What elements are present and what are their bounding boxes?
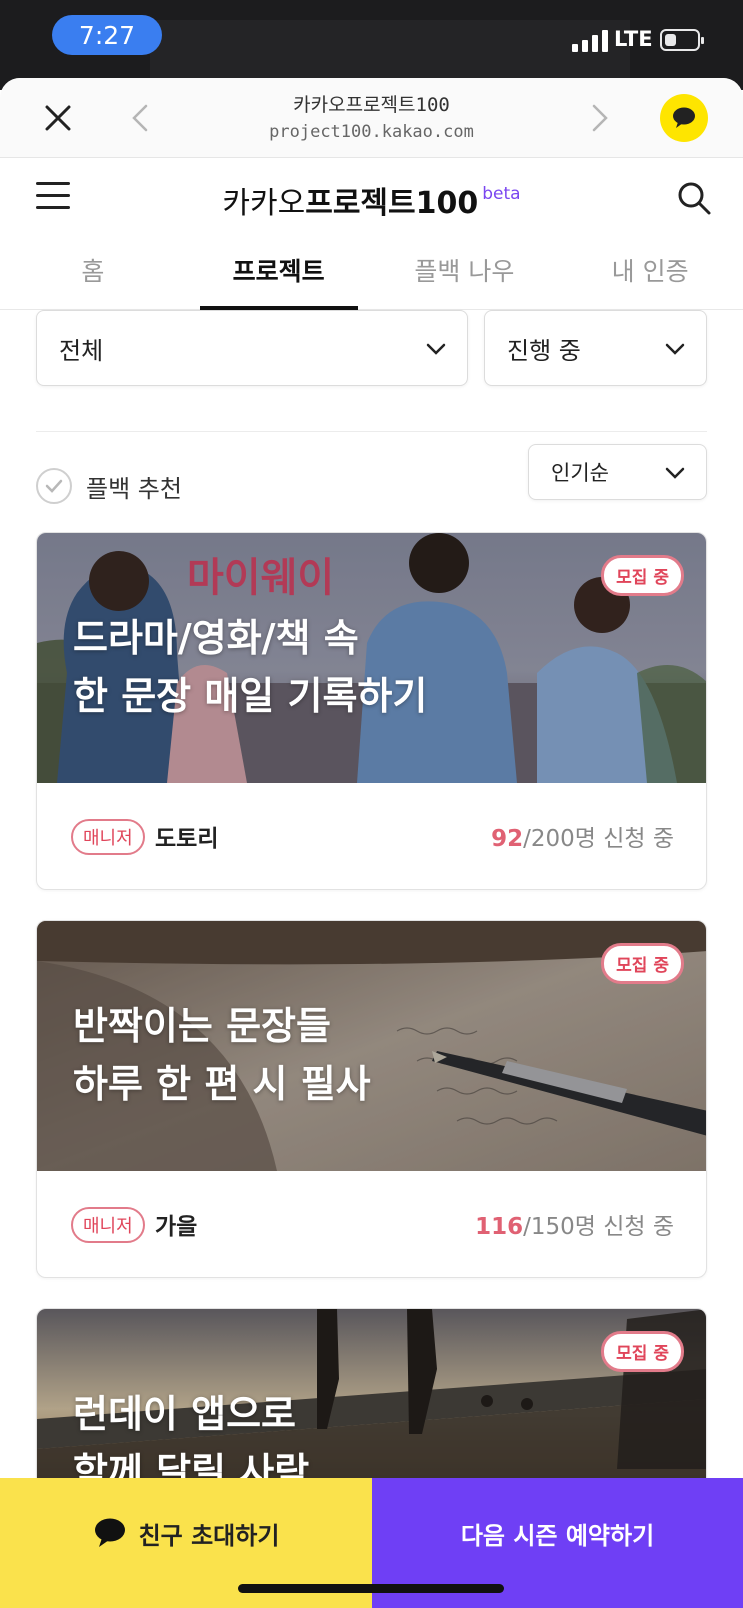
search-button[interactable] [674,178,714,218]
status-bar: 7:27 LTE [0,0,743,90]
applied-number: 92 [491,826,524,852]
manager-badge: 매니저 [71,1207,145,1243]
tab-plback-now[interactable]: 플백 나우 [372,238,558,309]
project-title-line1: 런데이 앱으로 [73,1392,296,1436]
category-select[interactable]: 전체 [36,310,468,386]
browser-url[interactable]: project100.kakao.com [0,122,743,142]
category-select-value: 전체 [59,336,104,365]
logo-text-bold: 프로젝트100 [305,186,479,221]
project-title-line1: 드라마/영화/책 속 [73,616,359,660]
project-title-line1: 반짝이는 문장들 [73,1004,331,1048]
chevron-down-icon [665,467,685,479]
manager-name: 가을 [155,1214,198,1240]
status-time[interactable]: 7:27 [52,15,162,55]
tab-home[interactable]: 홈 [0,238,186,309]
battery-level [665,34,676,46]
applicant-count: 92/200명 신청 중 [491,819,674,853]
project-card[interactable]: 마이웨이 드라마/영화/책 속 한 문장 매일 기록하기 모집 중 매니저 도토… [36,532,707,890]
site-header: 카카오프로젝트100 beta [0,158,743,238]
home-indicator[interactable] [238,1584,504,1593]
sort-select-value: 인기순 [551,461,609,485]
project-card-footer: 매니저 도토리 92/200명 신청 중 [37,783,706,889]
applicant-count: 116/150명 신청 중 [475,1207,674,1241]
beta-badge: beta [482,184,521,204]
chevron-down-icon [426,343,446,355]
forward-button[interactable] [582,98,616,138]
in-app-browser: 카카오프로젝트100 project100.kakao.com 카카오프로젝트1… [0,78,743,1608]
tab-my-proof[interactable]: 내 인증 [557,238,743,309]
chevron-right-icon [592,104,608,132]
recruiting-badge: 모집 중 [601,943,684,984]
site-logo[interactable]: 카카오프로젝트100 beta [0,178,743,222]
capacity-text: /150명 신청 중 [523,1214,674,1240]
main-tabs: 홈 프로젝트 플백 나우 내 인증 [0,238,743,310]
browser-page-title: 카카오프로젝트100 [293,94,450,116]
signal-icon [572,30,608,52]
recruiting-badge: 모집 중 [601,1331,684,1372]
divider [36,431,707,432]
battery-icon [660,29,704,51]
search-icon [678,182,711,215]
project-title: 반짝이는 문장들 하루 한 편 시 필사 [73,997,371,1113]
logo-text-regular: 카카오 [222,186,306,221]
network-type: LTE [614,27,653,51]
manager-name: 도토리 [155,826,219,852]
manager-badge: 매니저 [71,819,145,855]
project-title-line2: 한 문장 매일 기록하기 [73,674,428,718]
sort-select[interactable]: 인기순 [528,444,707,500]
applied-number: 116 [475,1214,524,1240]
project-card[interactable]: 반짝이는 문장들 하루 한 편 시 필사 모집 중 매니저 가을 116/150… [36,920,707,1278]
recruiting-badge: 모집 중 [601,555,684,596]
tab-projects[interactable]: 프로젝트 [186,238,372,310]
project-card-footer: 매니저 가을 116/150명 신청 중 [37,1171,706,1277]
speech-bubble-icon [673,107,695,128]
project-title-line2: 하루 한 편 시 필사 [73,1062,371,1106]
project-title: 드라마/영화/책 속 한 문장 매일 기록하기 [73,609,427,725]
invite-friend-label: 친구 초대하기 [138,1521,280,1550]
reserve-next-season-label: 다음 시즌 예약하기 [460,1521,655,1550]
kakaotalk-button[interactable] [660,94,708,142]
recommend-label: 플백 추천 [86,474,182,503]
recommend-toggle[interactable]: 플백 추천 [36,466,182,506]
speech-bubble-icon [94,1518,125,1547]
check-circle-icon[interactable] [36,468,72,504]
chevron-down-icon [665,343,685,355]
browser-toolbar: 카카오프로젝트100 project100.kakao.com [0,78,743,158]
status-select-value: 진행 중 [507,336,581,365]
notification-ghost [150,20,630,80]
status-select[interactable]: 진행 중 [484,310,707,386]
capacity-text: /200명 신청 중 [523,826,674,852]
